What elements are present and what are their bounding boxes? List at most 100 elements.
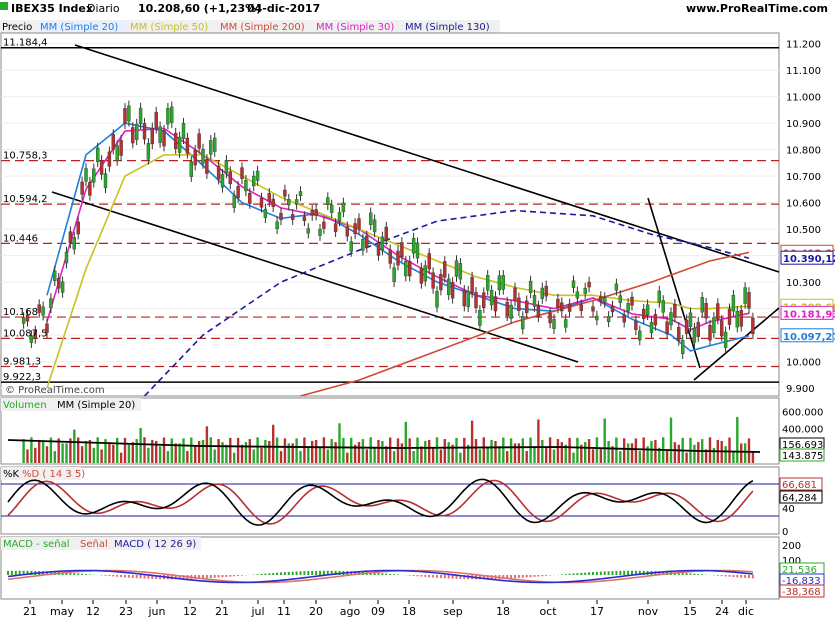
candle-body [76,221,80,235]
candle-body [138,107,143,125]
candle-body [404,261,408,277]
volume-bar [381,440,384,463]
volume-bar [201,439,205,463]
macd-hist-bar [744,575,747,578]
candle-body [599,296,603,302]
macd-hist-bar [127,575,130,578]
volume-bar [318,447,322,463]
ma20-legend[interactable]: MM (Simple 20) [40,22,118,33]
macd-hist-bar [77,573,80,575]
candle-body [564,319,568,328]
volume-bar [34,447,37,463]
volume-bar [135,439,138,463]
ma130-legend[interactable]: MM (Simple 130) [405,22,490,33]
macd-hist-bar [588,572,591,575]
stoch-k-legend[interactable]: %K [3,469,20,480]
candle-body [400,242,404,258]
candle-body [489,290,494,306]
volume-bar [626,443,630,463]
macd-hist-bar [124,575,126,578]
macd-hist-bar [241,575,243,576]
candle-body [99,160,104,175]
macd-hist-bar [408,575,411,576]
volume-bar [213,449,216,463]
macd-legend[interactable]: MACD ( 12 26 9) [114,539,196,550]
candle-body [575,291,580,299]
candle-body [419,267,424,284]
volume-bar [112,444,115,463]
macd-hist-bar [276,572,279,575]
volume-bar [190,437,193,463]
candle-body [173,132,178,149]
volume-bar [194,446,197,463]
macd-hist-bar [541,575,544,577]
volume-bar [108,442,111,463]
x-tick-label: 24 [715,605,729,618]
volume-bar [162,437,166,463]
volume-bar [428,439,431,463]
macd-tick-label: 200 [782,541,801,552]
volume-bar [607,441,610,463]
ma200-legend[interactable]: MM (Simple 200) [220,22,305,33]
candle-body [747,292,751,309]
candle-body [423,265,427,282]
volume-bar [396,438,400,463]
macd-hist-bar [393,574,396,575]
stoch-d-legend[interactable]: %D ( 14 3 5) [22,469,85,480]
candle-body [431,272,435,289]
volume-bar [478,449,482,463]
candle-body [681,340,685,354]
candle-body [279,212,283,221]
value-tag: 10.097,27 [783,332,835,343]
price-tick-label: 9.900 [786,384,815,395]
price-panel: 11.200 11.100 11.000 10.900 10.800 10.700 10.6… [0,32,835,397]
ma30-legend[interactable]: MM (Simple 30) [316,22,394,33]
candle-body [513,287,517,302]
macd-hist-bar [564,574,567,575]
x-tick-label: 15 [683,605,697,618]
candle-body [603,297,607,303]
ma50-legend[interactable]: MM (Simple 50) [130,22,208,33]
macd-hist-bar [322,570,325,575]
candle-body [150,127,155,145]
stochastic-panel: %K %D ( 14 3 5) 8040066,68164,284 [0,466,823,538]
candle-body [201,148,205,164]
volume-bar [615,437,618,463]
volume-bar [65,443,68,463]
volume-bar [260,447,263,463]
volume-bar [233,452,236,463]
macd-hist-bar [716,575,719,576]
level-label: 10.446 [3,233,38,244]
signal-legend[interactable]: Señal [80,539,108,550]
macd-hist-bar [693,573,696,575]
candle-body [606,316,611,323]
volume-bar [53,451,56,463]
candle-body [57,277,61,289]
volume-bar [587,439,591,463]
candle-body [127,105,131,122]
volume-bar [392,451,396,463]
volume-bar [513,443,517,463]
volume-legend[interactable]: Volumen [3,400,47,411]
x-tick-label: 18 [402,605,416,618]
candle-body [567,303,572,312]
macd-hist-bar [389,573,392,575]
macd-signal-legend[interactable]: MACD - señal [3,539,70,550]
volume-bar [256,437,259,463]
volume-bar [174,443,177,463]
volume-bar [268,440,271,463]
candle-body [388,249,392,264]
volume-bar [264,439,267,463]
price-tick-label: 10.700 [786,172,821,183]
volume-bar [178,443,181,463]
candle-body [735,311,739,328]
macd-hist-bar [272,572,275,575]
x-tick-label: 21 [215,605,229,618]
candle-body [392,267,396,282]
volume-bar [548,437,552,463]
macd-hist-bar [213,575,216,578]
candle-body [53,270,57,281]
stoch-tag: 66,681 [782,480,817,491]
volume-ma-legend[interactable]: MM (Simple 20) [57,400,135,411]
candle-body [723,331,728,348]
